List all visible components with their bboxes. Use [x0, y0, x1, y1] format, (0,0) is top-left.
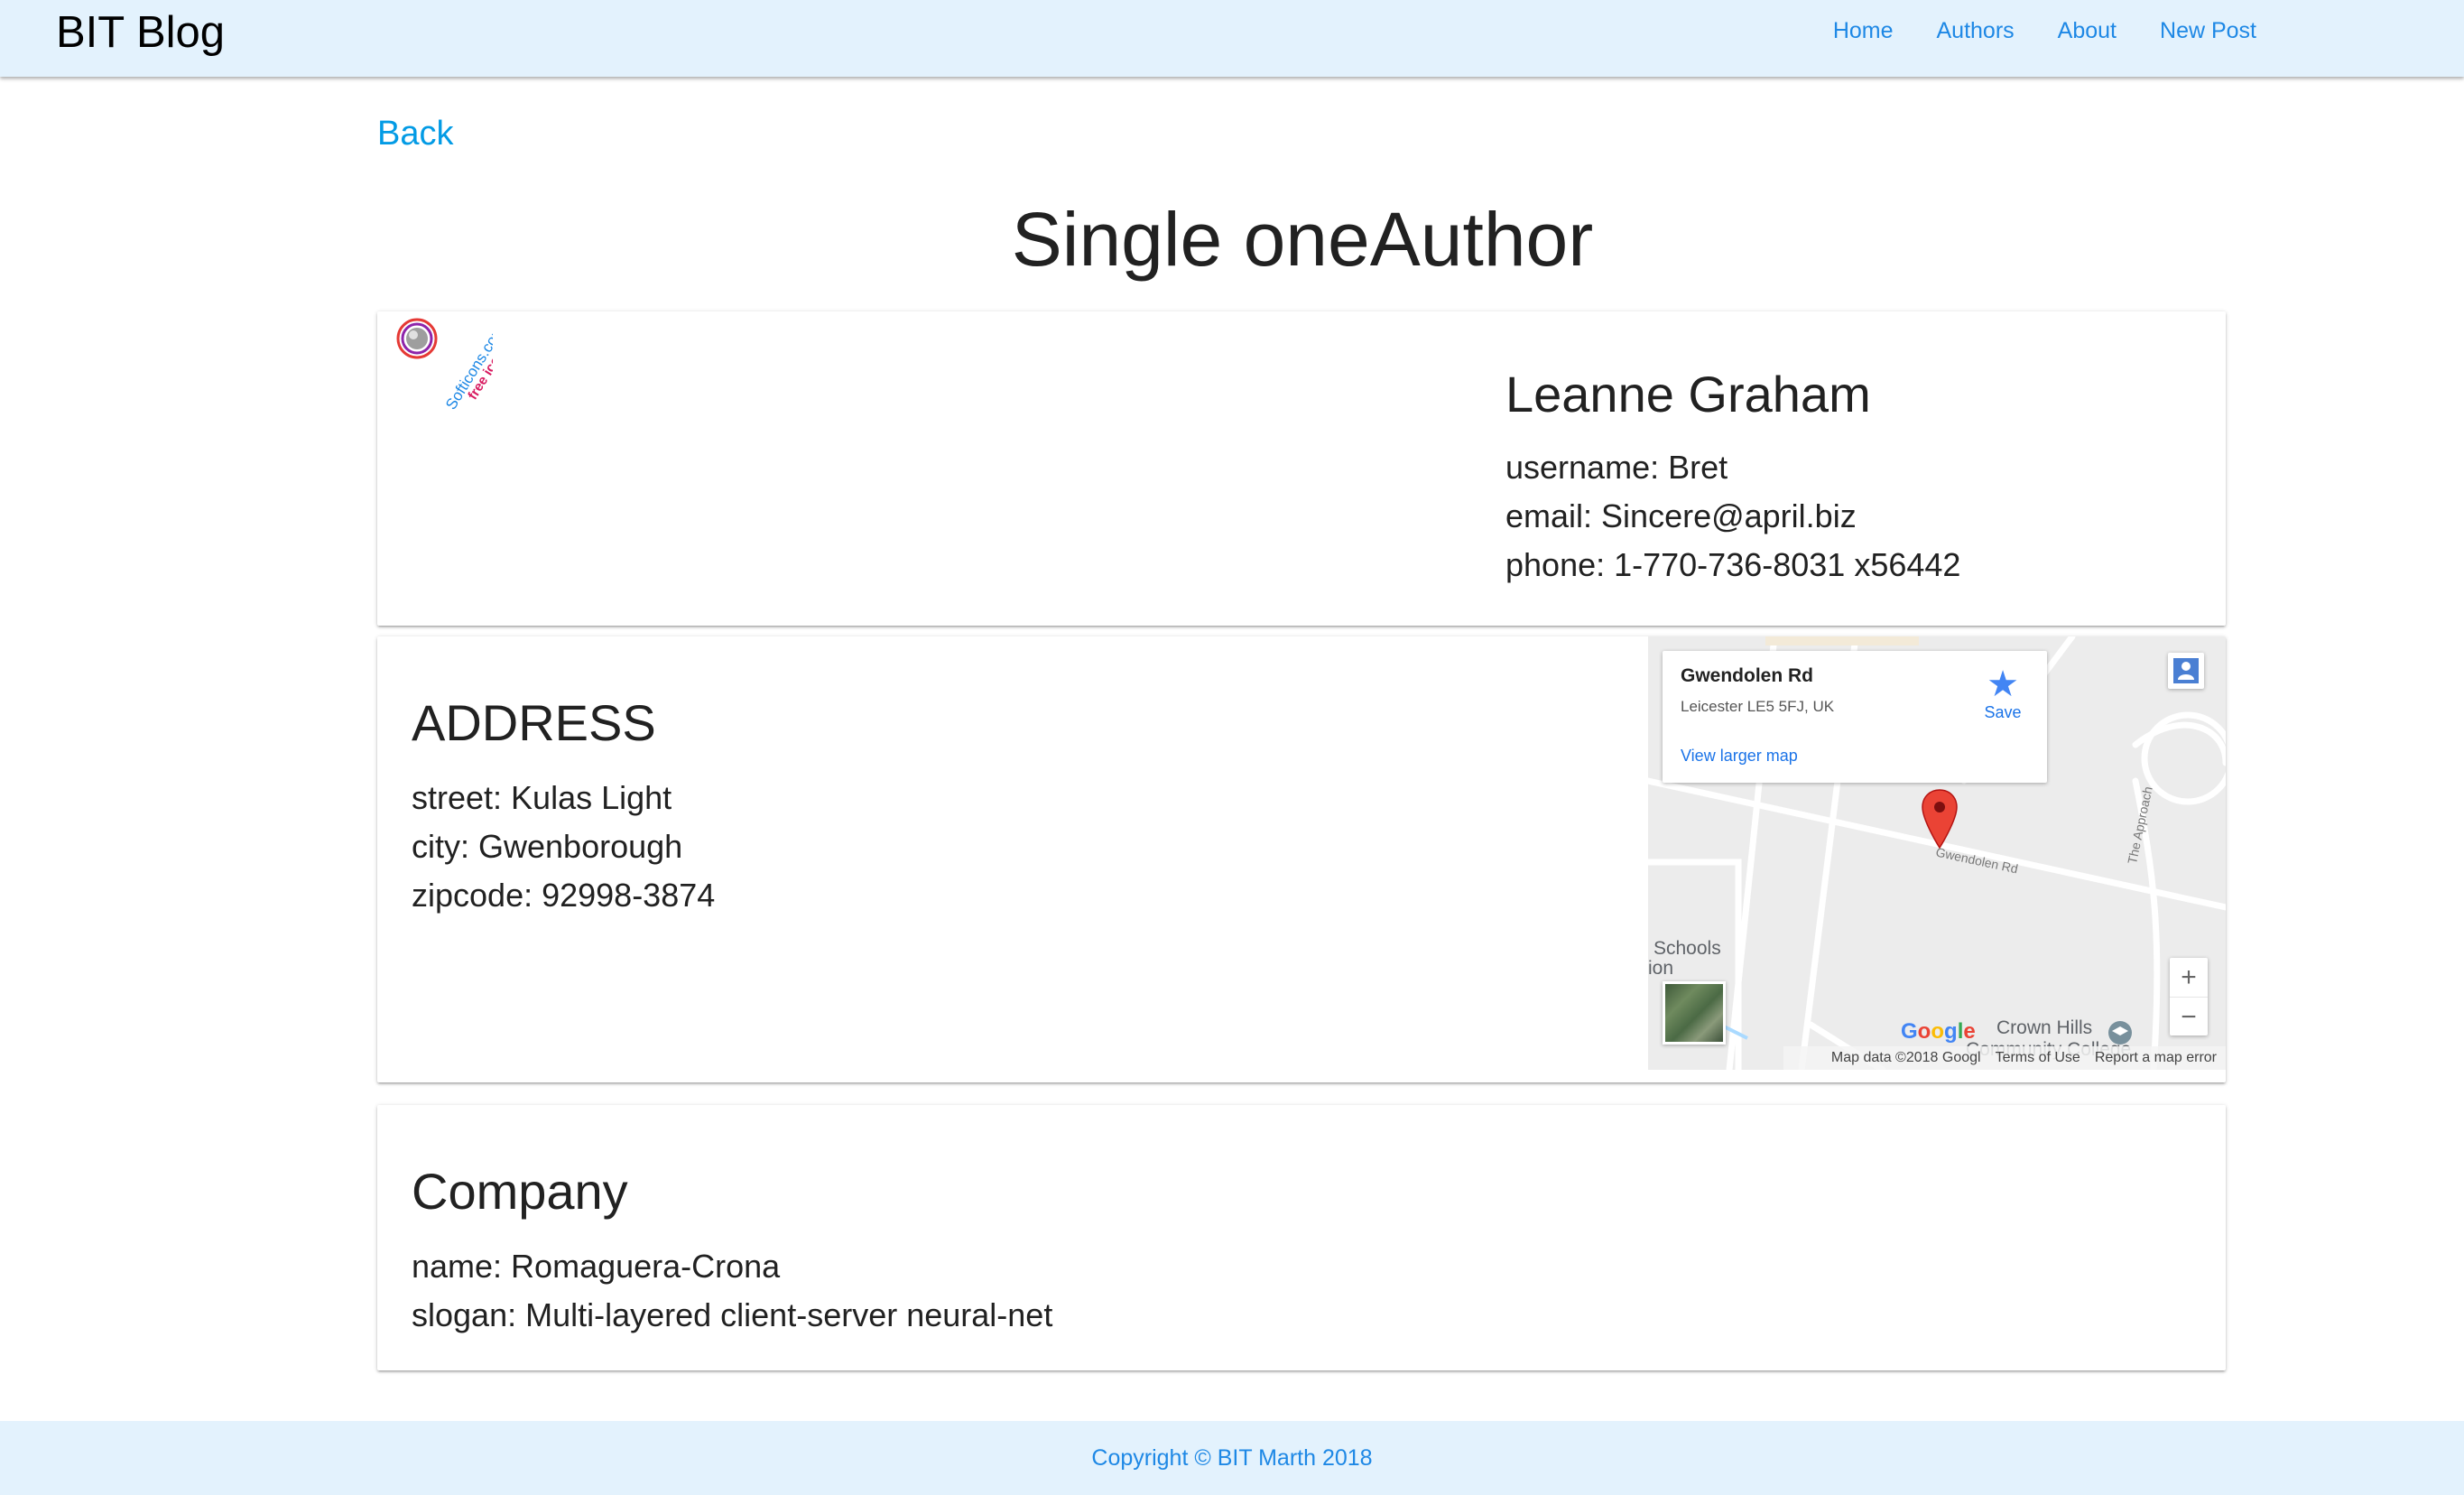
address-card: ADDRESS street: Kulas Light city: Gwenbo… [377, 636, 2226, 1082]
map-place-address: Leicester LE5 5FJ, UK [1681, 698, 1835, 715]
copyright-text: Copyright © BIT Marth 2018 [1091, 1445, 1373, 1471]
satellite-toggle[interactable] [1663, 981, 1726, 1045]
page-footer: Copyright © BIT Marth 2018 [0, 1421, 2464, 1495]
company-slogan: slogan: Multi-layered client-server neur… [412, 1296, 1053, 1333]
company-card: Company name: Romaguera-Crona slogan: Mu… [377, 1105, 2226, 1370]
company-info: Company name: Romaguera-Crona slogan: Mu… [412, 1159, 1052, 1340]
map-save-button[interactable]: ★ Save [1980, 665, 2025, 722]
nav-links: Home Authors About New Post [1833, 16, 2256, 45]
zoom-controls: + − [2170, 958, 2208, 1035]
author-avatar-image: Softicons.com free icons [396, 318, 493, 413]
map-label-partial: ion [1648, 958, 1674, 979]
pegman-icon[interactable] [2168, 653, 2204, 689]
map-place-name: Gwendolen Rd [1681, 665, 1813, 686]
address-info: ADDRESS street: Kulas Light city: Gwenbo… [412, 691, 715, 920]
star-icon: ★ [1987, 664, 2019, 704]
brand-logo[interactable]: BIT Blog [56, 5, 225, 60]
map-label-crown-hills: Crown Hills [1996, 1017, 2093, 1038]
map-report-error-link[interactable]: Report a map error [2095, 1046, 2217, 1070]
map-info-window: Gwendolen Rd Leicester LE5 5FJ, UK View … [1663, 651, 2047, 783]
nav-authors[interactable]: Authors [1937, 16, 2015, 45]
author-username: username: Bret [1505, 449, 1728, 486]
map-data-credit: Map data ©2018 Googl [1830, 1050, 1981, 1065]
map-attribution: Map data ©2018 Googl Terms of Use Report… [1783, 1046, 2226, 1070]
author-name: Leanne Graham [1505, 366, 1871, 422]
author-email: email: Sincere@april.biz [1505, 497, 1857, 534]
zoom-in-button[interactable]: + [2170, 958, 2208, 998]
map-label-schools: Schools [1653, 938, 1721, 959]
company-title: Company [412, 1163, 628, 1220]
author-phone: phone: 1-770-736-8031 x56442 [1505, 546, 1961, 583]
back-link[interactable]: Back [377, 115, 453, 153]
school-icon [2108, 1021, 2132, 1045]
address-street: street: Kulas Light [412, 779, 672, 816]
page-title: Single oneAuthor [1011, 197, 1594, 282]
map-pin-icon[interactable] [1921, 788, 1959, 850]
address-title: ADDRESS [412, 694, 656, 751]
author-info: Leanne Graham username: Bret email: Sinc… [1505, 366, 1960, 590]
view-larger-map-link[interactable]: View larger map [1681, 747, 1798, 766]
company-name: name: Romaguera-Crona [412, 1248, 781, 1285]
nav-new-post[interactable]: New Post [2160, 16, 2256, 45]
address-city: city: Gwenborough [412, 828, 683, 865]
navbar: BIT Blog Home Authors About New Post [0, 0, 2464, 77]
google-logo: Google [1901, 1019, 1976, 1044]
embedded-map[interactable]: Gwendolen Rd Leicester LE5 5FJ, UK View … [1648, 636, 2226, 1070]
author-card: Softicons.com free icons Leanne Graham u… [377, 311, 2226, 626]
person-icon [2173, 658, 2199, 683]
map-save-label: Save [1984, 703, 2022, 721]
zoom-out-button[interactable]: − [2170, 998, 2208, 1036]
map-terms-link[interactable]: Terms of Use [1996, 1046, 2080, 1070]
nav-about[interactable]: About [2058, 16, 2117, 45]
nav-home[interactable]: Home [1833, 16, 1894, 45]
address-zipcode: zipcode: 92998-3874 [412, 877, 716, 914]
